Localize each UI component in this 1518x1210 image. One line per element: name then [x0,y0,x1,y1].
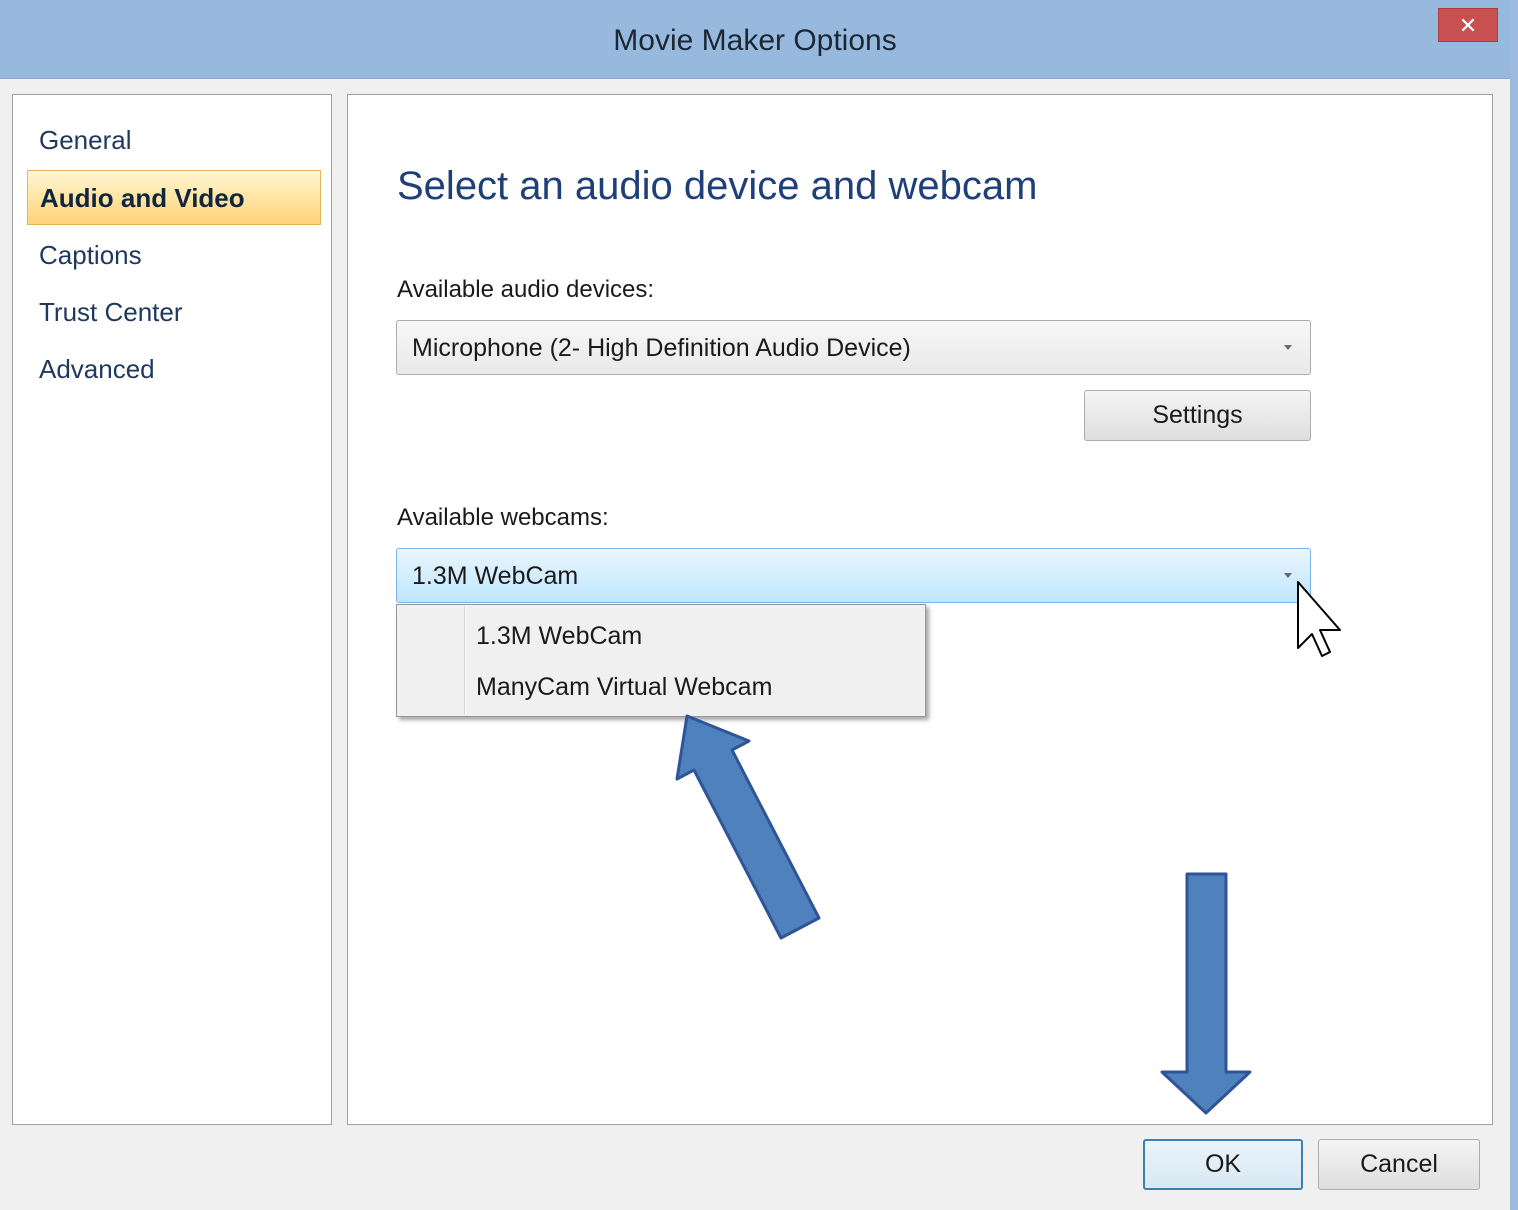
audio-device-value: Microphone (2- High Definition Audio Dev… [412,334,911,362]
webcam-select[interactable]: 1.3M WebCam [396,548,1311,603]
webcam-option[interactable]: ManyCam Virtual Webcam [476,673,772,702]
ok-button[interactable]: OK [1143,1139,1303,1190]
sidebar-item-advanced[interactable]: Advanced [27,342,321,397]
close-button[interactable]: ✕ [1438,8,1498,42]
dropdown-arrow-icon [1284,573,1292,578]
window-title: Movie Maker Options [613,24,897,57]
audio-settings-button[interactable]: Settings [1084,390,1311,441]
dropdown-arrow-icon [1284,345,1292,350]
title-bar: Movie Maker Options ✕ [0,0,1510,79]
sidebar-nav: General Audio and Video Captions Trust C… [12,94,332,1125]
close-icon: ✕ [1458,13,1478,38]
sidebar-item-trust-center[interactable]: Trust Center [27,285,321,340]
webcams-label: Available webcams: [397,504,609,531]
sidebar-item-audio-and-video[interactable]: Audio and Video [27,170,321,225]
audio-device-select[interactable]: Microphone (2- High Definition Audio Dev… [396,320,1311,375]
page-title: Select an audio device and webcam [397,164,1038,208]
sidebar-item-general[interactable]: General [27,113,321,168]
cancel-button[interactable]: Cancel [1318,1139,1480,1190]
dropdown-divider [464,607,466,714]
webcam-value: 1.3M WebCam [412,562,579,590]
webcam-dropdown-list: 1.3M WebCam ManyCam Virtual Webcam [396,604,926,717]
sidebar-item-captions[interactable]: Captions [27,228,321,283]
audio-devices-label: Available audio devices: [397,276,655,303]
webcam-option[interactable]: 1.3M WebCam [476,622,642,651]
options-dialog: Movie Maker Options ✕ General Audio and … [0,0,1518,1210]
